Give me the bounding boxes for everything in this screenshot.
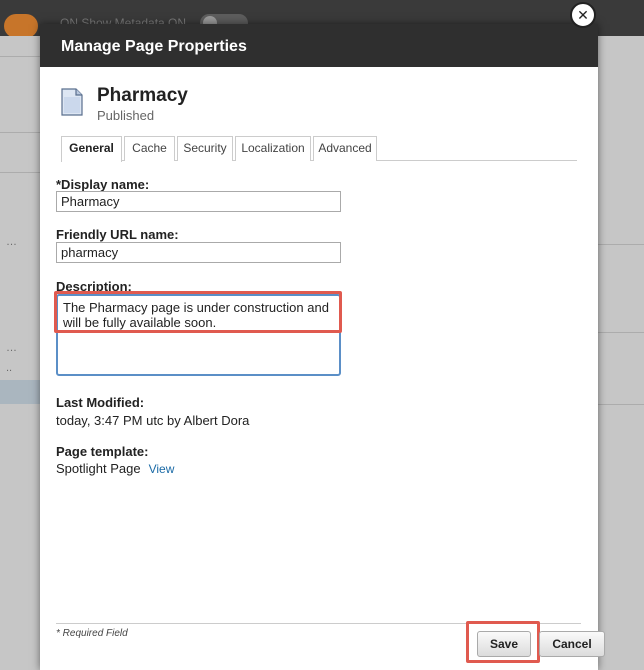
tab-advanced[interactable]: Advanced <box>313 136 377 161</box>
page-template-row: Spotlight Page View <box>56 461 174 476</box>
required-field-note: * Required Field <box>56 628 128 639</box>
close-icon[interactable]: ✕ <box>570 2 596 28</box>
description-textarea[interactable]: The Pharmacy page is under construction … <box>56 294 341 376</box>
manage-page-properties-dialog: Manage Page Properties Pharmacy Publishe… <box>40 24 605 670</box>
tab-security[interactable]: Security <box>177 136 233 161</box>
document-icon <box>61 88 83 116</box>
dialog-title: Manage Page Properties <box>40 24 598 67</box>
tab-general[interactable]: General <box>61 136 122 162</box>
last-modified-label: Last Modified: <box>56 395 145 410</box>
last-modified-value: today, 3:47 PM utc by Albert Dora <box>56 413 250 428</box>
description-label: Description: <box>56 279 132 294</box>
page-template-value: Spotlight Page <box>56 461 141 476</box>
background-orange-toggle <box>4 14 38 38</box>
page-status: Published <box>97 108 155 123</box>
page-title: Pharmacy <box>97 85 188 106</box>
page-template-label: Page template: <box>56 444 149 459</box>
footer-divider <box>56 623 581 624</box>
friendly-url-label: Friendly URL name: <box>56 227 179 242</box>
tab-cache[interactable]: Cache <box>124 136 175 161</box>
tab-localization[interactable]: Localization <box>235 136 311 161</box>
save-button[interactable]: Save <box>477 631 531 657</box>
display-name-input[interactable] <box>56 191 341 212</box>
friendly-url-input[interactable] <box>56 242 341 263</box>
background-right-panel <box>598 36 644 670</box>
display-name-label: *Display name: <box>56 177 150 192</box>
tab-bar: General Cache Security Localization Adva… <box>61 136 577 162</box>
background-left-panel: … … .. <box>0 36 40 670</box>
view-template-link[interactable]: View <box>149 462 175 476</box>
cancel-button[interactable]: Cancel <box>539 631 605 657</box>
